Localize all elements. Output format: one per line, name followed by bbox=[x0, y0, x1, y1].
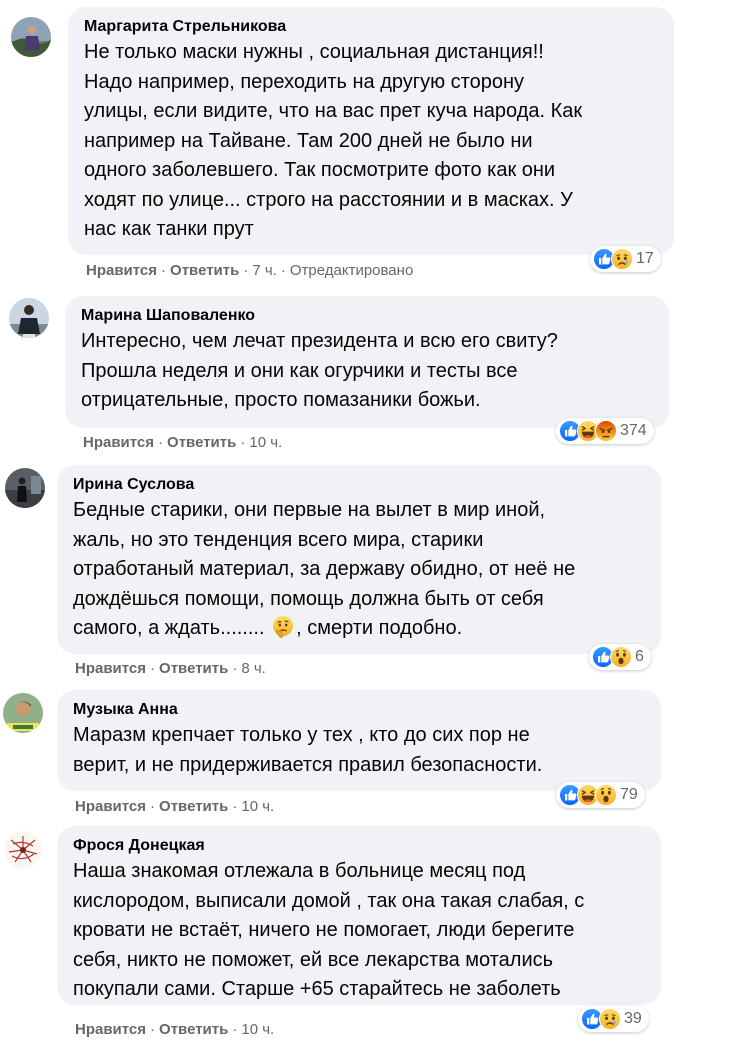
wow-icon bbox=[595, 784, 617, 806]
reaction-summary[interactable]: 374 bbox=[556, 418, 654, 444]
thinking-face-icon bbox=[271, 615, 295, 639]
comment-actions: Нравится · Ответить · 8 ч. bbox=[75, 659, 266, 679]
avatar-photo-icon bbox=[3, 830, 43, 870]
comment-bubble: Маргарита Стрельникова Не только маски н… bbox=[68, 7, 674, 255]
comment-time[interactable]: 7 ч. bbox=[252, 262, 277, 279]
reaction-summary[interactable]: 79 bbox=[556, 782, 645, 808]
separator: · bbox=[232, 1021, 238, 1038]
reaction-summary[interactable]: 39 bbox=[578, 1006, 649, 1032]
comment-time[interactable]: 10 ч. bbox=[249, 434, 282, 451]
comment-text-fragment: , смерти подобно. bbox=[296, 617, 463, 639]
avatar-photo-icon bbox=[9, 298, 49, 338]
comment-text: Интересно, чем лечат президента и всю ег… bbox=[81, 330, 558, 411]
comment-author[interactable]: Ирина Суслова bbox=[73, 474, 645, 496]
sad-icon bbox=[599, 1008, 621, 1030]
like-button[interactable]: Нравится bbox=[75, 1021, 146, 1038]
reaction-summary[interactable]: 6 bbox=[589, 644, 651, 670]
avatar-photo-icon bbox=[11, 17, 51, 57]
comment-actions: Нравится · Ответить · 10 ч. bbox=[75, 1020, 274, 1040]
reaction-count: 6 bbox=[635, 648, 644, 665]
avatar-photo-icon bbox=[3, 693, 43, 733]
reply-button[interactable]: Ответить bbox=[159, 660, 228, 677]
reply-button[interactable]: Ответить bbox=[159, 798, 228, 815]
separator: · bbox=[150, 798, 156, 815]
comment-author[interactable]: Марина Шаповаленко bbox=[81, 305, 653, 327]
comment-author[interactable]: Музыка Анна bbox=[73, 699, 645, 721]
separator: · bbox=[232, 660, 238, 677]
comment-bubble: Ирина Суслова Бедные старики, они первые… bbox=[57, 465, 661, 654]
comment-text: Маразм крепчает только у тех , кто до си… bbox=[73, 724, 543, 776]
comment-author[interactable]: Маргарита Стрельникова bbox=[84, 16, 658, 38]
reaction-summary[interactable]: 17 bbox=[590, 246, 661, 272]
comment-text: Бедные старики, они первые на вылет в ми… bbox=[73, 496, 645, 644]
comment-time[interactable]: 8 ч. bbox=[241, 660, 266, 677]
avatar[interactable] bbox=[3, 693, 43, 733]
separator: · bbox=[240, 434, 246, 451]
like-button[interactable]: Нравится bbox=[75, 660, 146, 677]
separator: · bbox=[150, 660, 156, 677]
edited-label[interactable]: Отредактировано bbox=[290, 262, 413, 279]
comment-text-fragment: самого, а ждать........ bbox=[73, 617, 271, 639]
comment-bubble: Музыка Анна Маразм крепчает только у тех… bbox=[57, 690, 661, 791]
reaction-count: 374 bbox=[620, 422, 647, 439]
separator: · bbox=[243, 262, 249, 279]
comment-text-line: жаль, но это тенденция всего мира, стари… bbox=[73, 528, 484, 551]
reaction-count: 39 bbox=[624, 1010, 642, 1027]
like-button[interactable]: Нравится bbox=[86, 262, 157, 279]
avatar[interactable] bbox=[3, 830, 43, 870]
comment-text-line: самого, а ждать........ , смерти подобно… bbox=[73, 614, 645, 644]
comment-actions: Нравится · Ответить · 10 ч. bbox=[75, 797, 274, 817]
sad-icon bbox=[611, 248, 633, 270]
avatar[interactable] bbox=[9, 298, 49, 338]
comment-text: Не только маски нужны , социальная диста… bbox=[84, 41, 583, 240]
like-button[interactable]: Нравится bbox=[75, 798, 146, 815]
comment-time[interactable]: 10 ч. bbox=[241, 798, 274, 815]
reaction-count: 17 bbox=[636, 250, 654, 267]
avatar-photo-icon bbox=[5, 468, 45, 508]
comment-bubble: Фрося Донецкая Наша знакомая отлежала в … bbox=[57, 826, 661, 1005]
separator: · bbox=[150, 1021, 156, 1038]
comment-text-line: Бедные старики, они первые на вылет в ми… bbox=[73, 499, 546, 521]
avatar[interactable] bbox=[11, 17, 51, 57]
comment-text-line: дождёшься помощи, помощь должна быть от … bbox=[73, 587, 544, 610]
comment-author[interactable]: Фрося Донецкая bbox=[73, 835, 645, 857]
reaction-count: 79 bbox=[620, 786, 638, 803]
reply-button[interactable]: Ответить bbox=[170, 262, 239, 279]
comment-bubble: Марина Шаповаленко Интересно, чем лечат … bbox=[65, 296, 669, 428]
wow-icon bbox=[610, 646, 632, 668]
separator: · bbox=[158, 434, 164, 451]
avatar[interactable] bbox=[5, 468, 45, 508]
separator: · bbox=[161, 262, 167, 279]
comment-text-line: отработаный материал, за державу обидно,… bbox=[73, 558, 576, 580]
reply-button[interactable]: Ответить bbox=[159, 1021, 228, 1038]
like-button[interactable]: Нравится bbox=[83, 434, 154, 451]
comment-actions: Нравится · Ответить · 7 ч. · Отредактировано bbox=[86, 261, 413, 281]
angry-icon bbox=[595, 420, 617, 442]
separator: · bbox=[280, 262, 286, 279]
comment-text: Наша знакомая отлежала в больнице месяц … bbox=[73, 860, 585, 1000]
separator: · bbox=[232, 798, 238, 815]
comment-time[interactable]: 10 ч. bbox=[241, 1021, 274, 1038]
comment-actions: Нравится · Ответить · 10 ч. bbox=[83, 433, 282, 453]
reply-button[interactable]: Ответить bbox=[167, 434, 236, 451]
